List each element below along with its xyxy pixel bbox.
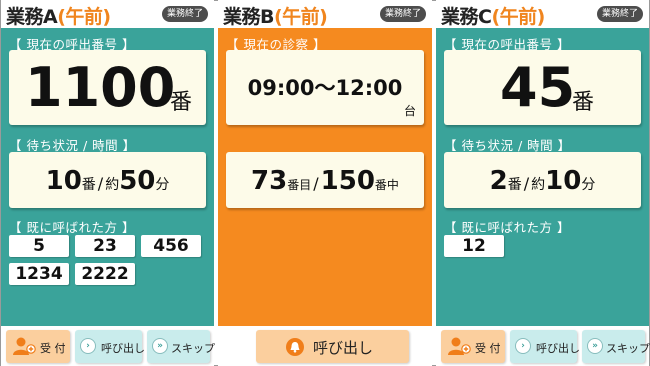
bell-icon: [286, 338, 304, 356]
panel-c-wait-count: 2: [489, 166, 508, 196]
panel-a-number-unit: 番: [170, 90, 193, 115]
panel-a-current-card: 1100 番: [9, 50, 206, 125]
panel-c-number-unit: 番: [572, 90, 595, 115]
panel-c-skip-label: スキップ: [606, 342, 650, 355]
panel-c-approx: 約: [531, 177, 546, 193]
panel-b-progress-text: 73番目/150番中: [226, 166, 424, 196]
panel-a-title-sub: (午前): [57, 6, 111, 28]
panel-b-progress-total: 150: [320, 166, 375, 196]
panel-c-wait-time: 10: [545, 166, 582, 196]
panel-a-called-item: 5: [9, 235, 69, 257]
panel-c-skip-button[interactable]: » スキップ: [582, 330, 650, 363]
panel-b-progress-current-unit: 番目: [287, 178, 312, 192]
person-add-icon: [13, 337, 36, 355]
panel-a-current-number: 1100: [25, 56, 176, 119]
panel-c-wait-sep: /: [523, 174, 530, 193]
panel-b-end-button[interactable]: 業務終了: [379, 6, 426, 22]
panel-c-footer: 受 付 › 呼び出し » スキップ: [436, 326, 650, 366]
panel-a-wait-count: 10: [45, 166, 82, 196]
panel-a-wait-sep: /: [97, 174, 104, 193]
double-chevron-right-icon: »: [152, 338, 168, 354]
panel-a-header: 業務A(午前) 業務終了: [1, 0, 214, 28]
panel-a-called-item: 23: [75, 235, 135, 257]
panel-a-footer: 受 付 › 呼び出し » スキップ: [1, 326, 215, 366]
panel-b-title: 業務B(午前): [223, 2, 328, 29]
panel-a-title-main: 業務A: [6, 6, 58, 28]
chevron-right-icon: ›: [515, 338, 531, 354]
double-chevron-right-icon: »: [587, 338, 603, 354]
panel-a-called-item: 456: [141, 235, 201, 257]
panel-a-wait-card: 10番 / 約50分: [9, 152, 206, 208]
panel-b-footer: 呼び出し: [218, 326, 432, 366]
panel-a-reception-button[interactable]: 受 付: [6, 330, 70, 363]
panel-b-progress-sep: /: [313, 174, 319, 193]
panel-a-wait-time-unit: 分: [155, 177, 170, 193]
panel-a-call-label: 呼び出し: [101, 342, 145, 355]
panel-a-title: 業務A(午前): [6, 2, 111, 29]
panel-c-current-card: 45 番: [444, 50, 641, 125]
panel-a-wait-time: 50: [119, 166, 156, 196]
panel-b: 業務B(午前) 業務終了 【 現在の診察 】 09:00～12:00 台 73番…: [218, 0, 432, 366]
panel-b-progress-card: 73番目/150番中: [226, 152, 424, 208]
chevron-right-icon: ›: [80, 338, 96, 354]
panel-c-wait-text: 2番 / 約10分: [444, 166, 641, 196]
panel-b-body: 【 現在の診察 】 09:00～12:00 台 73番目/150番中: [218, 28, 432, 326]
panel-a-skip-label: スキップ: [171, 342, 215, 355]
panel-c-call-button[interactable]: › 呼び出し: [510, 330, 580, 363]
panel-b-progress-current: 73: [251, 166, 288, 196]
panel-b-room-unit: 台: [403, 104, 416, 118]
panel-b-call-label: 呼び出し: [313, 339, 374, 357]
panel-b-title-sub: (午前): [273, 6, 328, 28]
panel-b-time-range: 09:00～12:00: [247, 76, 403, 100]
panel-b-header: 業務B(午前) 業務終了: [218, 0, 432, 28]
panel-a-end-button[interactable]: 業務終了: [161, 6, 208, 22]
panel-a-call-button[interactable]: › 呼び出し: [75, 330, 145, 363]
panel-a-called-label: 【 既に呼ばれた方 】: [9, 220, 135, 235]
panel-a-wait-count-unit: 番: [81, 177, 96, 193]
panel-c-called-item: 12: [444, 235, 504, 257]
panel-b-call-button[interactable]: 呼び出し: [256, 330, 409, 363]
panel-b-progress-total-unit: 番中: [374, 178, 399, 192]
person-add-icon: [448, 337, 471, 355]
panel-c-reception-button[interactable]: 受 付: [441, 330, 505, 363]
panel-c-end-button[interactable]: 業務終了: [596, 6, 643, 22]
panel-a-called-item: 2222: [75, 263, 135, 285]
panel-a-reception-label: 受 付: [40, 342, 66, 355]
panel-a: 業務A(午前) 業務終了 【 現在の呼出番号 】 1100 番 【 待ち状況 /…: [1, 0, 215, 366]
panel-b-title-main: 業務B: [223, 6, 274, 28]
panel-c-wait-card: 2番 / 約10分: [444, 152, 641, 208]
panel-b-current-card: 09:00～12:00 台: [226, 50, 424, 125]
panel-a-body: 【 現在の呼出番号 】 1100 番 【 待ち状況 / 時間 】 10番 / 約50…: [1, 28, 214, 326]
panel-a-wait-text: 10番 / 約50分: [9, 166, 206, 196]
panel-a-skip-button[interactable]: » スキップ: [147, 330, 215, 363]
panel-c-wait-time-unit: 分: [581, 177, 596, 193]
panel-c-title-sub: (午前): [491, 6, 545, 28]
panel-a-approx: 約: [105, 177, 120, 193]
panel-c-title: 業務C(午前): [441, 2, 545, 29]
panel-c-reception-label: 受 付: [475, 342, 501, 355]
panel-c-wait-count-unit: 番: [507, 177, 522, 193]
panel-c: 業務C(午前) 業務終了 【 現在の呼出番号 】 45 番 【 待ち状況 / 時…: [436, 0, 650, 366]
panel-c-called-label: 【 既に呼ばれた方 】: [444, 220, 570, 235]
panel-c-body: 【 現在の呼出番号 】 45 番 【 待ち状況 / 時間 】 2番 / 約10分 【…: [436, 28, 649, 326]
panel-c-call-label: 呼び出し: [536, 342, 580, 355]
panel-c-current-number: 45: [500, 56, 576, 119]
panel-c-header: 業務C(午前) 業務終了: [436, 0, 649, 28]
panel-c-title-main: 業務C: [441, 6, 492, 28]
panel-a-called-item: 1234: [9, 263, 69, 285]
